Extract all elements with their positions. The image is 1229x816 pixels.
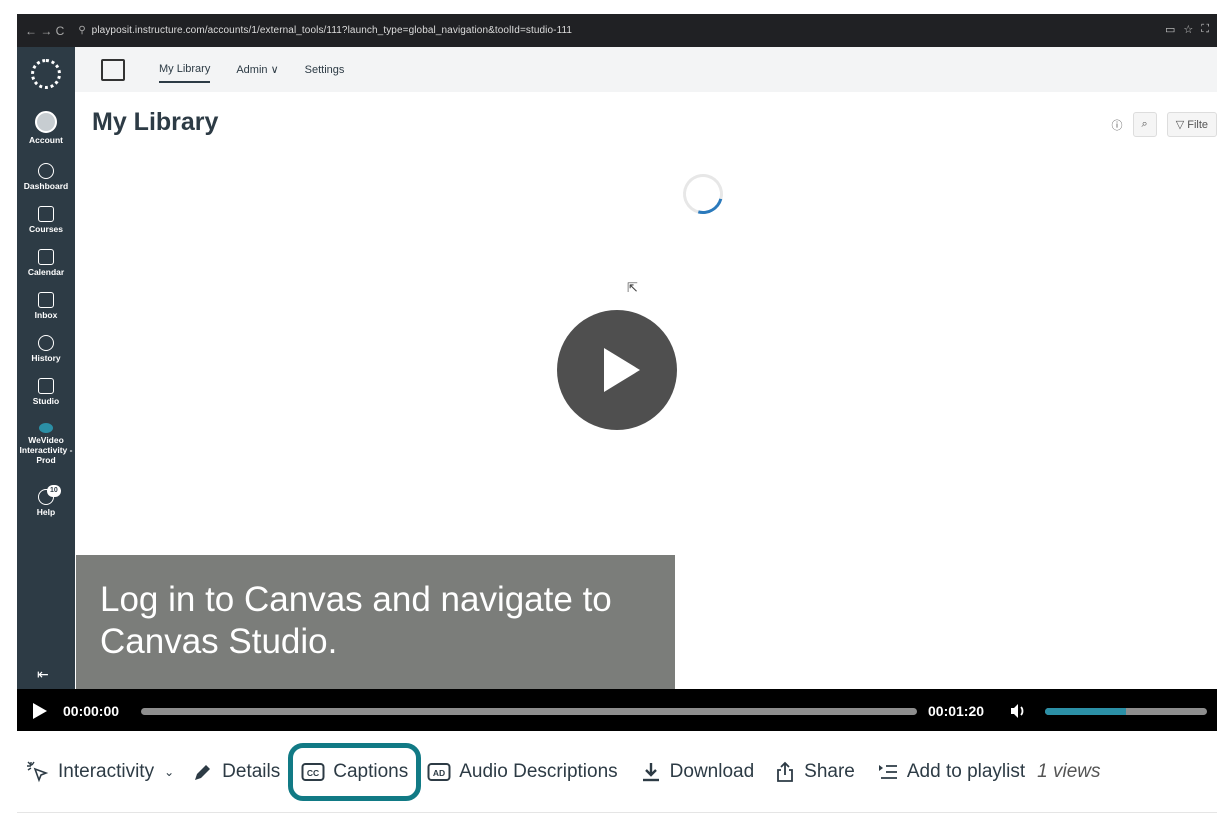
share-button[interactable]: Share [774,753,855,791]
canvas-logo-icon [31,59,61,89]
filter-button: ▽ Filte [1166,112,1217,137]
chevron-down-icon: ⌄ [164,765,175,779]
browser-url: playposit.instructure.com/accounts/1/ext… [91,25,573,36]
page-title: My Library [92,108,219,136]
fullscreen-icon: ⛶ [1201,23,1209,35]
dashboard-icon [38,163,54,179]
duration: 00:01:20 [928,703,985,719]
volume-icon[interactable] [1009,702,1027,720]
wevideo-icon [39,423,53,433]
tab-settings: Settings [304,63,345,76]
loading-spinner-icon [675,166,731,222]
video-controls: 00:00:00 00:01:20 [17,689,1217,731]
seek-bar[interactable] [141,708,917,715]
add-to-playlist-button[interactable]: Add to playlist [877,753,1025,791]
nav-item-calendar: Calendar [17,249,75,277]
mouse-cursor-icon: ⇱ [627,280,638,295]
browser-right-icons: ▭ ☆ ⛶ [1165,23,1209,36]
collapse-nav-icon: ⇤ [37,666,49,682]
recorded-browser-bar: ← → C ⚲ playposit.instructure.com/accoun… [17,14,1217,47]
calendar-icon [38,249,54,265]
tab-my-library: My Library [159,57,211,83]
audio-description-icon: AD [427,763,451,781]
page: ← → C ⚲ playposit.instructure.com/accoun… [0,0,1229,816]
courses-icon [38,206,54,222]
nav-item-studio: Studio [17,378,75,406]
download-button[interactable]: Download [640,753,754,791]
tab-admin: Admin ∨ [236,64,279,76]
studio-top-bar: My Library Admin ∨ Settings [75,47,1217,92]
audio-descriptions-button[interactable]: AD Audio Descriptions [427,753,618,791]
caption-text: Log in to Canvas and navigate to Canvas … [100,580,612,661]
media-actions-bar: Interactivity ⌄ Details CC Captions AD A… [20,742,1225,801]
volume-slider[interactable] [1045,708,1207,715]
big-play-button[interactable] [557,310,677,430]
details-button[interactable]: Details [192,753,280,791]
canvas-global-nav: Account Dashboard Courses Calendar Inbox… [17,47,75,689]
nav-item-courses: Courses [17,206,75,234]
video-player[interactable]: ← → C ⚲ playposit.instructure.com/accoun… [17,14,1217,731]
caption-overlay: Log in to Canvas and navigate to Canvas … [76,555,675,689]
history-icon [38,335,54,351]
download-icon [642,763,659,782]
view-count: 1 views [1037,761,1101,782]
nav-item-wevideo: WeVideo Interactivity - Prod [17,423,75,465]
pencil-icon [195,765,211,780]
nav-item-account: Account [17,111,75,145]
filter-icon: ▽ [1175,119,1188,131]
svg-text:CC: CC [307,768,319,778]
library-tools: ⓘ ⌕ ▽ Filte [1112,112,1217,137]
interactivity-button[interactable]: Interactivity ⌄ [26,753,192,791]
current-time: 00:00:00 [63,703,120,719]
help-badge: 10 [47,485,61,497]
account-icon [35,111,57,133]
info-icon: ⓘ [1111,119,1123,132]
captions-button[interactable]: CC Captions [288,742,422,801]
playlist-icon [878,765,897,779]
share-icon [777,761,794,782]
cast-icon: ▭ [1165,24,1176,36]
play-button[interactable] [33,703,47,719]
interactivity-icon [27,761,49,783]
closed-captions-icon: CC [301,762,325,781]
divider [17,812,1217,813]
studio-icon [38,378,54,394]
star-icon: ☆ [1183,24,1194,36]
inbox-icon [38,292,54,308]
nav-item-help: 10 Help [17,485,75,517]
browser-nav-icons: ← → C [25,23,65,38]
nav-item-history: History [17,335,75,363]
volume-level [1045,708,1126,715]
site-info-icon: ⚲ [78,25,86,36]
svg-text:AD: AD [433,768,445,778]
nav-item-inbox: Inbox [17,292,75,320]
nav-item-dashboard: Dashboard [17,163,75,191]
studio-logo-icon [101,58,125,81]
search-icon: ⌕ [1132,112,1157,137]
